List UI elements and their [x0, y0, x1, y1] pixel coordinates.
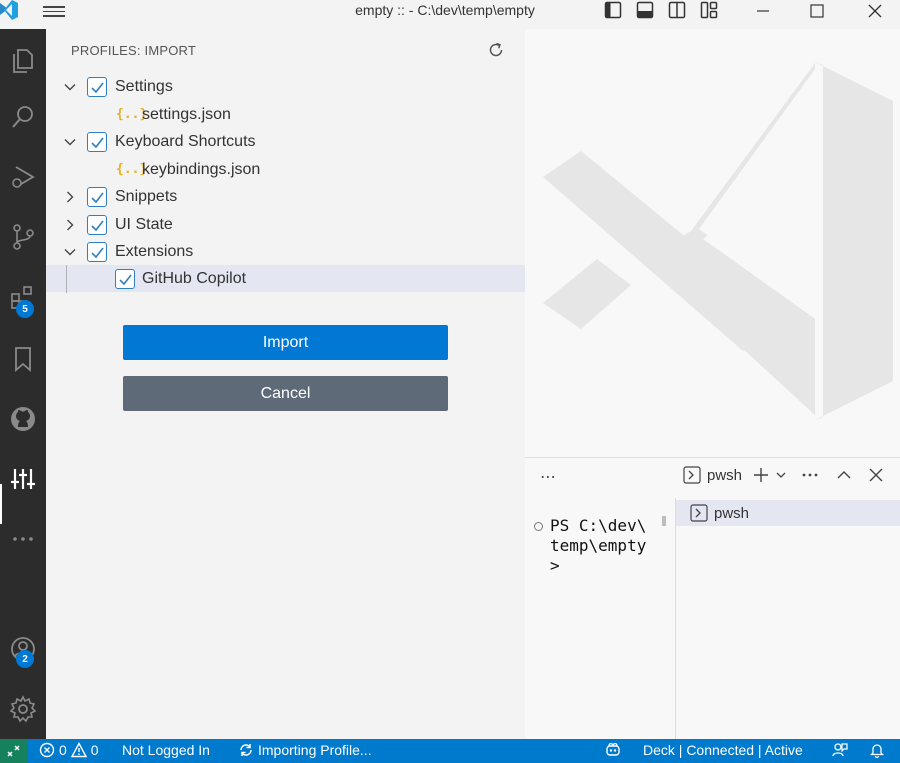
settings-json-label: settings.json	[142, 105, 231, 123]
problems-indicator[interactable]: 0 0	[39, 742, 99, 758]
tree-indent-guide	[66, 265, 67, 293]
keyboard-shortcuts-label: Keyboard Shortcuts	[115, 132, 256, 150]
source-control-icon[interactable]	[0, 213, 46, 261]
sidebar-title: PROFILES: IMPORT	[71, 43, 197, 58]
chevron-down-icon[interactable]	[63, 135, 77, 149]
customize-layout-icon[interactable]	[700, 1, 718, 19]
extensions-checkbox[interactable]	[87, 241, 107, 262]
terminal-list: pwsh	[675, 498, 900, 740]
ui-state-label: UI State	[115, 215, 173, 233]
terminal-list-label: pwsh	[714, 504, 750, 522]
manage-gear-icon[interactable]	[0, 685, 46, 733]
error-count: 0	[59, 742, 67, 758]
sync-spin-icon	[240, 744, 252, 756]
terminal-tab-label: pwsh	[707, 466, 743, 484]
terminal-output: PS C:\dev\ temp\empty >	[550, 516, 647, 575]
importing-status[interactable]: Importing Profile...	[238, 742, 372, 758]
maximize-button[interactable]	[794, 0, 840, 22]
chevron-down-icon[interactable]	[63, 80, 77, 94]
window-title: empty :: - C:\dev\temp\empty	[355, 2, 535, 18]
toggle-panel-icon[interactable]	[636, 1, 654, 19]
copilot-status-icon[interactable]	[605, 742, 621, 758]
vscode-watermark-icon	[543, 61, 893, 421]
terminal-panel: ⋯ pwsh PS C:\dev\ temp\empty > pwsh	[525, 457, 900, 740]
toggle-secondary-sidebar-icon[interactable]	[668, 1, 686, 19]
warning-count: 0	[90, 742, 99, 758]
chevron-down-icon	[776, 472, 786, 478]
github-copilot-checkbox[interactable]	[115, 268, 135, 289]
profiles-icon[interactable]	[0, 455, 46, 503]
tree-item-ui-state[interactable]: UI State	[46, 211, 525, 238]
panel-more-actions-icon[interactable]: ⋯	[540, 467, 557, 487]
terminal-output-area[interactable]: PS C:\dev\ temp\empty >	[525, 498, 675, 740]
warning-icon	[70, 742, 87, 758]
tree-item-keyboard-shortcuts[interactable]: Keyboard Shortcuts	[46, 128, 525, 155]
importing-label: Importing Profile...	[258, 742, 372, 758]
ui-state-checkbox[interactable]	[87, 214, 107, 235]
remote-icon	[7, 745, 20, 757]
feedback-icon[interactable]	[832, 742, 848, 758]
terminal-dropdown-button[interactable]	[775, 466, 787, 484]
command-decoration-icon	[534, 522, 543, 531]
chevron-down-icon[interactable]	[63, 245, 77, 259]
keybindings-json-label: keybindings.json	[142, 160, 261, 178]
profiles-import-view: PROFILES: IMPORT Settings {..} settings.…	[46, 29, 525, 739]
github-copilot-label: GitHub Copilot	[142, 269, 247, 287]
tree-item-keybindings-json[interactable]: {..} keybindings.json	[46, 156, 525, 183]
tree-item-github-copilot[interactable]: GitHub Copilot	[46, 265, 525, 292]
terminal-icon	[683, 466, 701, 484]
menu-icon[interactable]	[43, 3, 65, 19]
close-panel-icon[interactable]	[868, 466, 884, 484]
remote-indicator[interactable]	[0, 739, 28, 763]
status-bar: 0 0 Not Logged In Importing Profile... D…	[0, 739, 900, 763]
terminal-list-item[interactable]: pwsh	[676, 500, 900, 526]
settings-label: Settings	[115, 77, 173, 95]
extensions-label: Extensions	[115, 242, 194, 260]
snippets-label: Snippets	[115, 187, 178, 205]
deck-status[interactable]: Deck | Connected | Active	[643, 742, 803, 758]
login-status[interactable]: Not Logged In	[122, 742, 210, 758]
explorer-icon[interactable]	[0, 36, 46, 84]
notifications-bell-icon[interactable]	[869, 742, 885, 758]
close-window-button[interactable]	[852, 0, 898, 22]
refresh-icon[interactable]	[486, 40, 506, 60]
terminal-tab[interactable]: pwsh	[683, 466, 742, 484]
settings-checkbox[interactable]	[87, 76, 107, 97]
editor-area	[525, 29, 900, 457]
tree-item-snippets[interactable]: Snippets	[46, 183, 525, 210]
cancel-button[interactable]: Cancel	[123, 376, 448, 411]
maximize-panel-icon[interactable]	[835, 466, 853, 484]
activity-bar: 5 2	[0, 29, 46, 739]
terminal-more-actions-icon[interactable]	[801, 466, 821, 484]
more-icon[interactable]	[0, 515, 46, 563]
new-terminal-button[interactable]	[752, 466, 772, 484]
extensions-badge: 5	[16, 300, 34, 318]
chevron-right-icon[interactable]	[63, 190, 77, 204]
tree-item-extensions[interactable]: Extensions	[46, 238, 525, 265]
keyboard-shortcuts-checkbox[interactable]	[87, 131, 107, 152]
import-button[interactable]: Import	[123, 325, 448, 360]
plus-icon	[754, 468, 768, 482]
github-icon[interactable]	[0, 395, 46, 443]
bookmarks-icon[interactable]	[0, 335, 46, 383]
terminal-icon	[690, 504, 708, 522]
error-icon	[39, 742, 55, 758]
toggle-primary-sidebar-icon[interactable]	[604, 1, 622, 19]
title-bar: empty :: - C:\dev\temp\empty	[0, 0, 900, 22]
search-icon[interactable]	[0, 93, 46, 141]
snippets-checkbox[interactable]	[87, 186, 107, 207]
accounts-badge: 2	[16, 650, 34, 668]
terminal-scrollbar[interactable]	[662, 516, 666, 526]
vscode-logo-icon	[0, 0, 18, 20]
tree-item-settings-json[interactable]: {..} settings.json	[46, 101, 525, 128]
run-debug-icon[interactable]	[0, 153, 46, 201]
chevron-right-icon[interactable]	[63, 218, 77, 232]
tree-item-settings[interactable]: Settings	[46, 73, 525, 100]
minimize-button[interactable]	[740, 0, 786, 22]
